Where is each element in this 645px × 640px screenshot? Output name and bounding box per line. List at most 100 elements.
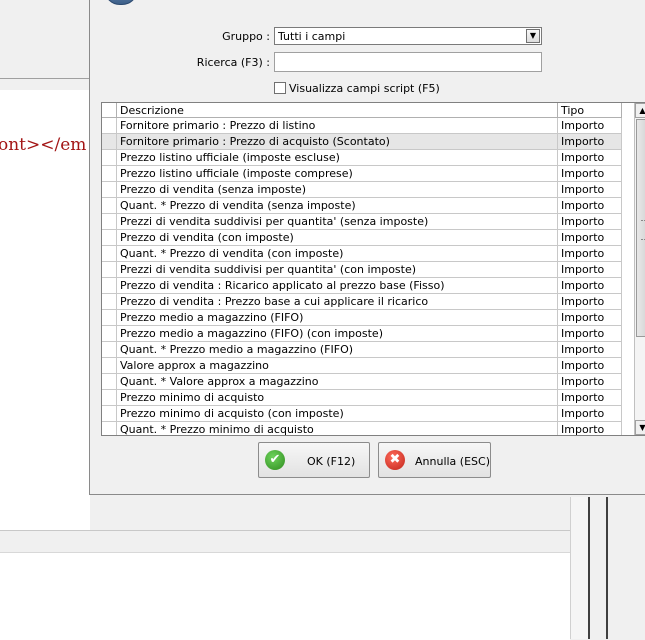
row-indicator[interactable] (102, 342, 117, 358)
row-indicator[interactable] (102, 166, 117, 182)
cell-tipo: Importo (558, 166, 622, 182)
row-indicator[interactable] (102, 118, 117, 134)
cell-descrizione: Fornitore primario : Prezzo di listino (117, 118, 558, 134)
row-indicator[interactable] (102, 406, 117, 422)
cell-tipo: Importo (558, 214, 622, 230)
cell-tipo: Importo (558, 182, 622, 198)
script-fields-checkbox-label[interactable]: Visualizza campi script (F5) (289, 82, 440, 95)
row-indicator[interactable] (102, 326, 117, 342)
cancel-button-label: Annulla (ESC) (415, 455, 490, 468)
code-editor-area[interactable] (0, 90, 90, 530)
cell-descrizione: Quant. * Prezzo di vendita (senza impost… (117, 198, 558, 214)
cell-descrizione: Prezzo medio a magazzino (FIFO) (117, 310, 558, 326)
table-row[interactable]: Quant. * Prezzo minimo di acquisto Import… (102, 422, 622, 435)
grid-vertical-scrollbar[interactable]: ▲ ▼ (634, 103, 645, 435)
scroll-down-arrow-icon[interactable]: ▼ (635, 420, 645, 435)
column-header-tipo[interactable]: Tipo (558, 103, 622, 118)
cell-tipo: Importo (558, 118, 622, 134)
row-indicator[interactable] (102, 182, 117, 198)
grid-header: Descrizione Tipo (102, 103, 645, 118)
row-indicator[interactable] (102, 310, 117, 326)
table-row[interactable]: Prezzo medio a magazzino (FIFO) Importo (102, 310, 622, 326)
table-row[interactable]: Prezzo listino ufficiale (imposte esclus… (102, 150, 622, 166)
editor-divider-lower (0, 530, 570, 531)
cell-descrizione: Prezzo di vendita : Ricarico applicato a… (117, 278, 558, 294)
field-selection-dialog: Gruppo : Tutti i campi ▼ Ricerca (F3) : … (89, 0, 645, 495)
close-icon: ✖ (385, 450, 405, 470)
ok-button-label: OK (F12) (307, 455, 356, 468)
table-row[interactable]: Prezzo minimo di acquisto (con imposte) I… (102, 406, 622, 422)
row-indicator[interactable] (102, 278, 117, 294)
row-indicator[interactable] (102, 134, 117, 150)
right-side-panel (570, 497, 589, 639)
editor-divider (0, 78, 90, 79)
cell-tipo: Importo (558, 326, 622, 342)
script-fields-checkbox[interactable] (274, 82, 286, 94)
table-row[interactable]: Prezzo medio a magazzino (FIFO) (con imp… (102, 326, 622, 342)
table-row[interactable]: Quant. * Prezzo di vendita (senza impost… (102, 198, 622, 214)
table-row[interactable]: Prezzo di vendita (senza imposte) Importo (102, 182, 622, 198)
cell-tipo: Importo (558, 390, 622, 406)
row-indicator[interactable] (102, 214, 117, 230)
grip-icon (641, 220, 645, 240)
table-row[interactable]: Prezzo listino ufficiale (imposte compre… (102, 166, 622, 182)
cell-tipo: Importo (558, 294, 622, 310)
row-indicator[interactable] (102, 374, 117, 390)
cell-tipo: Importo (558, 422, 622, 435)
lower-editor-pane (0, 552, 570, 640)
ricerca-label: Ricerca (F3) : (196, 56, 270, 69)
cell-descrizione: Prezzo listino ufficiale (imposte compre… (117, 166, 558, 182)
cell-descrizione: Valore approx a magazzino (117, 358, 558, 374)
gruppo-combobox[interactable]: Tutti i campi ▼ (274, 27, 542, 45)
row-indicator[interactable] (102, 198, 117, 214)
search-input[interactable] (274, 52, 542, 72)
grid-rows: Fornitore primario : Prezzo di listino Im… (102, 118, 622, 435)
ok-button[interactable]: ✔ OK (F12) (258, 442, 370, 478)
cell-descrizione: Prezzo di vendita (con imposte) (117, 230, 558, 246)
row-indicator[interactable] (102, 230, 117, 246)
table-row[interactable]: Quant. * Prezzo medio a magazzino (FIFO)… (102, 342, 622, 358)
cell-descrizione: Quant. * Prezzo medio a magazzino (FIFO) (117, 342, 558, 358)
scrollbar-thumb[interactable] (636, 119, 645, 337)
row-indicator[interactable] (102, 150, 117, 166)
chevron-down-icon[interactable]: ▼ (526, 29, 540, 43)
cell-tipo: Importo (558, 374, 622, 390)
scroll-up-arrow-icon[interactable]: ▲ (635, 103, 645, 118)
row-indicator[interactable] (102, 358, 117, 374)
checkmark-icon: ✔ (265, 450, 285, 470)
right-splitter-2[interactable] (606, 497, 608, 639)
table-row[interactable]: Quant. * Prezzo di vendita (con imposte)… (102, 246, 622, 262)
row-indicator[interactable] (102, 262, 117, 278)
gruppo-label: Gruppo : (222, 30, 270, 43)
table-row[interactable]: Valore approx a magazzino Importo (102, 358, 622, 374)
table-row[interactable]: Prezzo di vendita : Prezzo base a cui ap… (102, 294, 622, 310)
table-row[interactable]: Prezzo di vendita (con imposte) Importo (102, 230, 622, 246)
row-indicator[interactable] (102, 390, 117, 406)
cell-descrizione: Prezzo di vendita : Prezzo base a cui ap… (117, 294, 558, 310)
cell-descrizione: Prezzi di vendita suddivisi per quantita… (117, 262, 558, 278)
cell-tipo: Importo (558, 246, 622, 262)
table-row[interactable]: Prezzo minimo di acquisto Importo (102, 390, 622, 406)
table-row[interactable]: Quant. * Valore approx a magazzino Import… (102, 374, 622, 390)
cancel-button[interactable]: ✖ Annulla (ESC) (378, 442, 491, 478)
row-indicator[interactable] (102, 294, 117, 310)
table-row[interactable]: Prezzi di vendita suddivisi per quantita… (102, 214, 622, 230)
right-splitter-1[interactable] (588, 497, 590, 639)
row-indicator[interactable] (102, 246, 117, 262)
cell-descrizione: Quant. * Valore approx a magazzino (117, 374, 558, 390)
table-row[interactable]: Prezzi di vendita suddivisi per quantita… (102, 262, 622, 278)
row-indicator[interactable] (102, 422, 117, 435)
code-tag-text: ont> (0, 135, 41, 155)
cell-tipo: Importo (558, 134, 622, 150)
column-header-descrizione[interactable]: Descrizione (117, 103, 558, 118)
table-row[interactable]: Prezzo di vendita : Ricarico applicato a… (102, 278, 622, 294)
app-icon (104, 0, 138, 5)
cell-descrizione: Prezzo minimo di acquisto (117, 390, 558, 406)
table-row[interactable]: Fornitore primario : Prezzo di listino Im… (102, 118, 622, 134)
cell-descrizione: Prezzo di vendita (senza imposte) (117, 182, 558, 198)
cell-tipo: Importo (558, 278, 622, 294)
cell-tipo: Importo (558, 262, 622, 278)
cell-tipo: Importo (558, 358, 622, 374)
cell-tipo: Importo (558, 198, 622, 214)
table-row[interactable]: Fornitore primario : Prezzo di acquisto … (102, 134, 622, 150)
